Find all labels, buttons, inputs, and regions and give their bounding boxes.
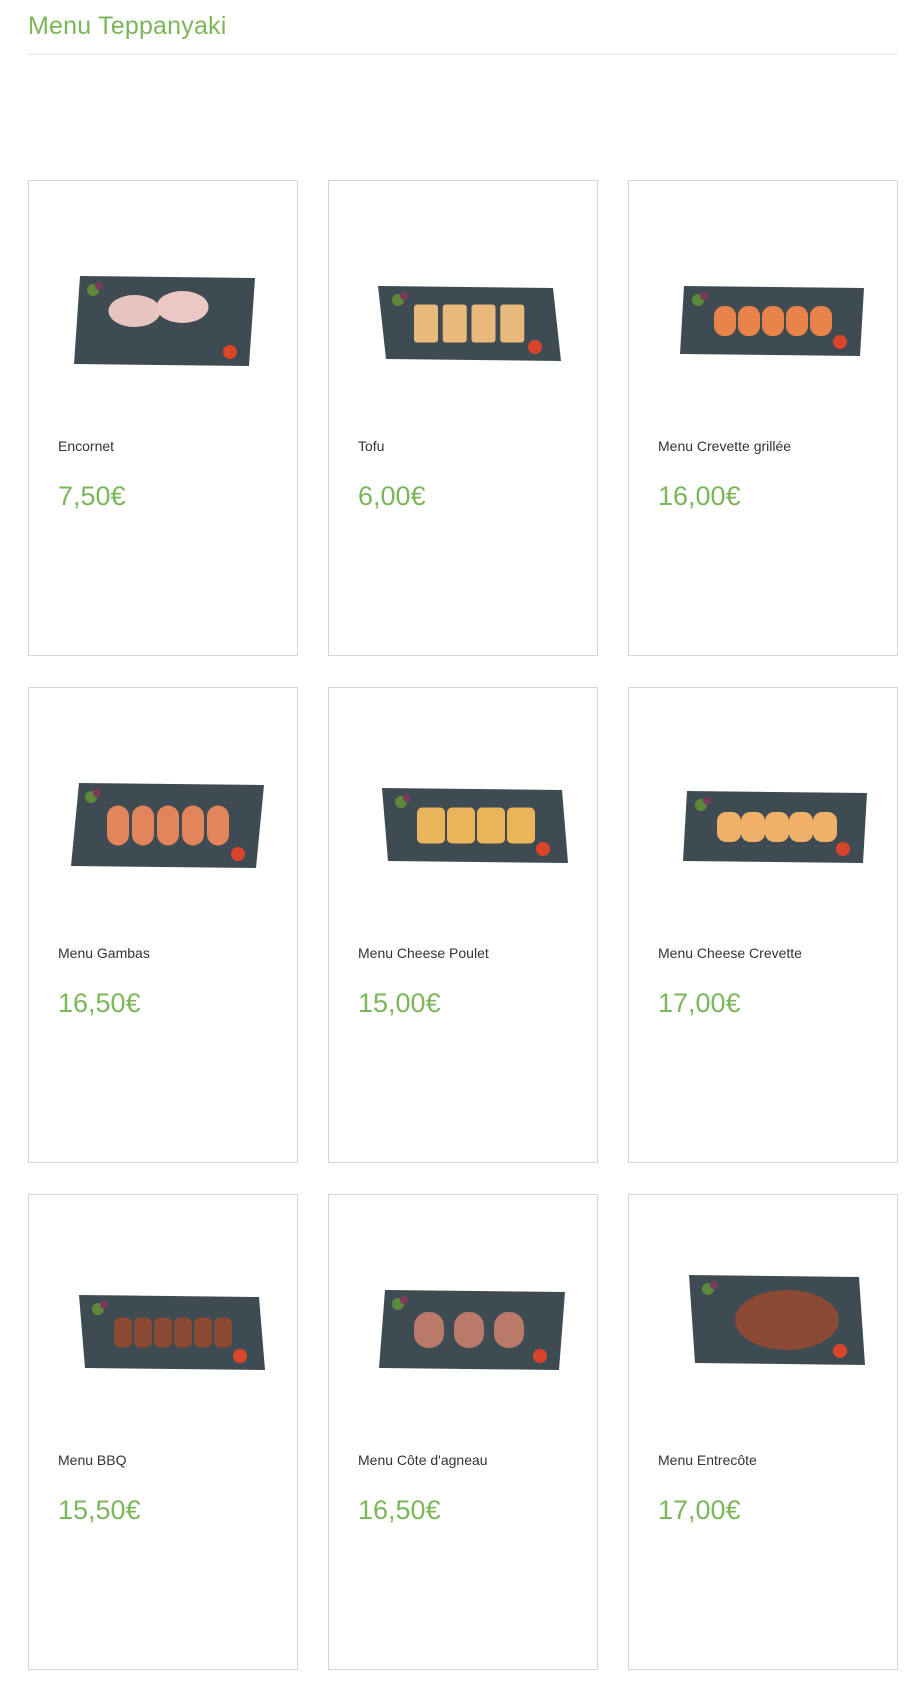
menu-item-name: Menu Côte d'agneau: [358, 1452, 488, 1468]
menu-item-name: Menu Gambas: [58, 945, 150, 961]
cheese-chicken-dish-icon: [382, 788, 568, 863]
menu-item-name: Menu Entrecôte: [658, 1452, 757, 1468]
menu-item-price: 15,50€: [58, 1495, 141, 1525]
menu-item-card[interactable]: Menu Cheese Crevette 17,00€: [628, 687, 898, 1163]
menu-item-card[interactable]: Encornet 7,50€: [28, 180, 298, 656]
menu-item-price: 16,50€: [58, 988, 141, 1018]
cheese-shrimp-dish-icon: [683, 791, 867, 863]
lamb-chops-dish-icon: [379, 1290, 565, 1370]
steak-dish-icon: [689, 1275, 865, 1365]
menu-item-card[interactable]: Menu Entrecôte 17,00€: [628, 1194, 898, 1670]
grilled-shrimp-dish-icon: [680, 286, 864, 356]
menu-item-name: Tofu: [358, 438, 385, 454]
menu-item-card[interactable]: Menu BBQ 15,50€: [28, 1194, 298, 1670]
menu-item-name: Menu Cheese Poulet: [358, 945, 489, 961]
menu-item-name: Menu Cheese Crevette: [658, 945, 802, 961]
tofu-dish-icon: [378, 286, 561, 361]
menu-item-name: Menu BBQ: [58, 1452, 127, 1468]
menu-item-card[interactable]: Menu Crevette grillée 16,00€: [628, 180, 898, 656]
menu-item-price: 15,00€: [358, 988, 441, 1018]
menu-item-price: 6,00€: [358, 481, 426, 511]
menu-item-card[interactable]: Menu Cheese Poulet 15,00€: [328, 687, 598, 1163]
menu-grid: Encornet 7,50€ Tofu 6,00€ Menu Crevette …: [28, 180, 899, 1670]
menu-item-price: 16,50€: [358, 1495, 441, 1525]
menu-item-price: 7,50€: [58, 481, 126, 511]
menu-item-card[interactable]: Tofu 6,00€: [328, 180, 598, 656]
title-divider: [28, 54, 898, 55]
menu-item-price: 16,00€: [658, 481, 741, 511]
menu-item-name: Menu Crevette grillée: [658, 438, 792, 454]
menu-item-card[interactable]: Menu Gambas 16,50€: [28, 687, 298, 1163]
menu-item-price: 17,00€: [658, 1495, 741, 1525]
bbq-beef-dish-icon: [79, 1295, 265, 1370]
prawns-dish-icon: [71, 783, 264, 868]
menu-item-price: 17,00€: [658, 988, 741, 1018]
menu-item-name: Encornet: [58, 438, 115, 454]
menu-item-card[interactable]: Menu Côte d'agneau 16,50€: [328, 1194, 598, 1670]
squid-dish-icon: [74, 276, 255, 366]
page-title: Menu Teppanyaki: [28, 12, 227, 40]
